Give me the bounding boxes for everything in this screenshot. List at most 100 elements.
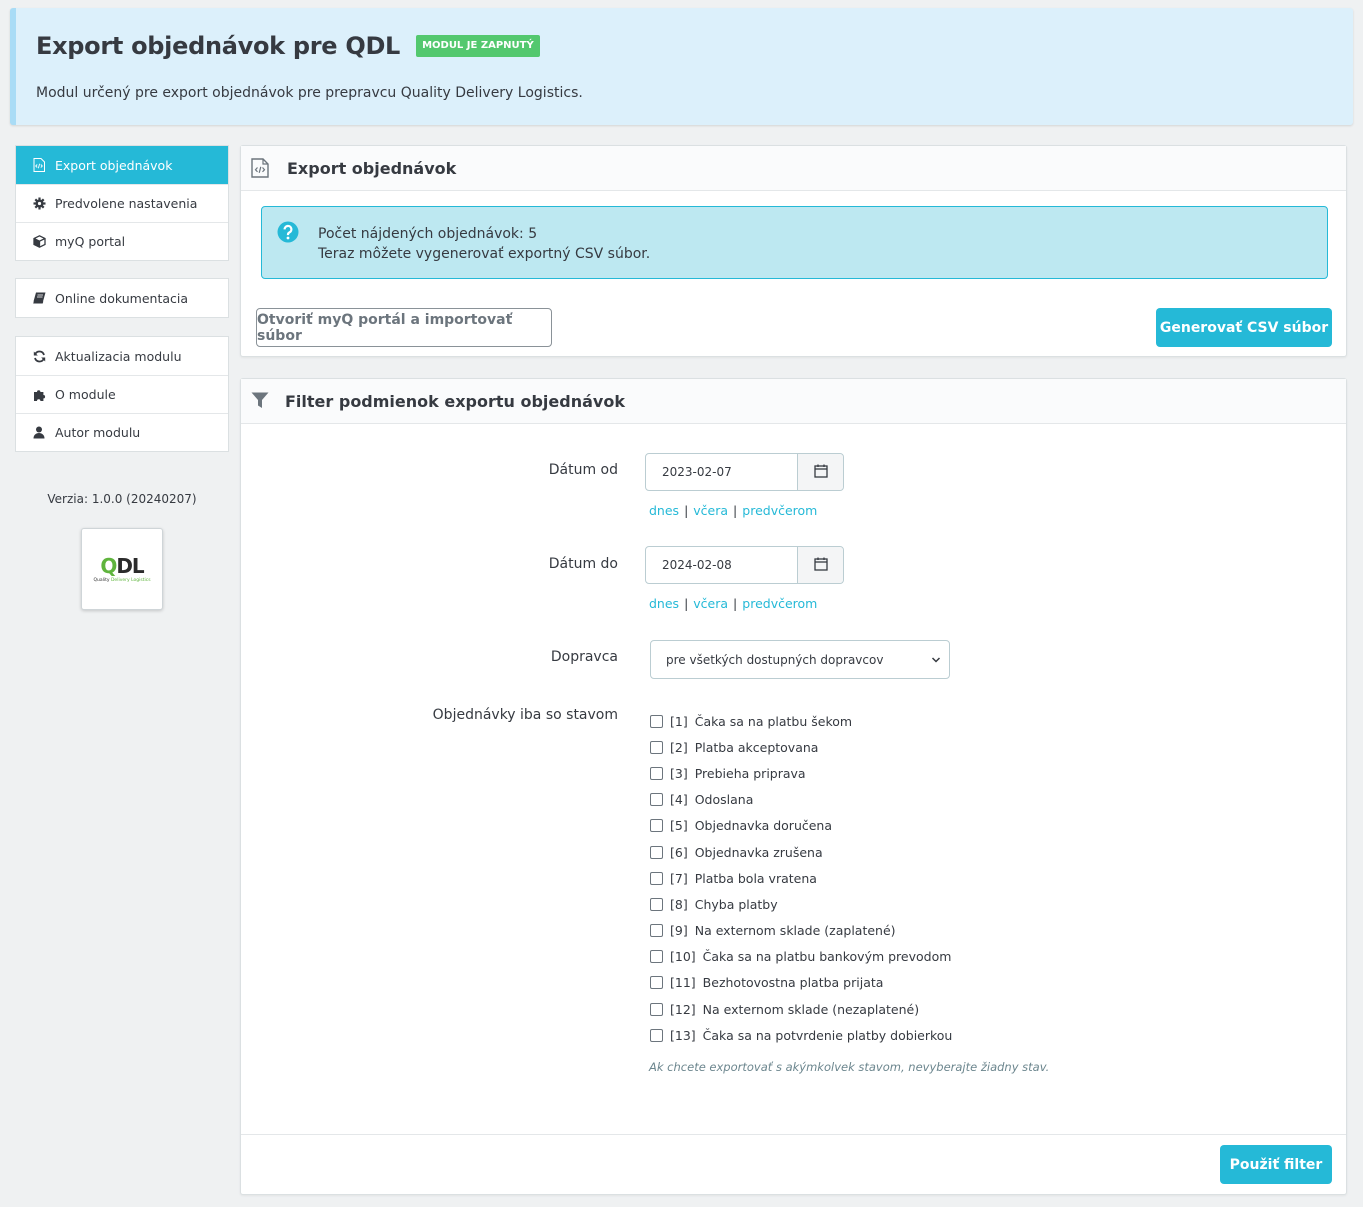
status-option[interactable]: [3] Prebieha priprava: [650, 760, 952, 786]
status-name: Na externom sklade (nezaplatené): [702, 1001, 920, 1017]
status-checkbox[interactable]: [650, 1002, 663, 1016]
status-code: [8]: [670, 896, 688, 912]
date-to-quick-links: dnes | včera | predvčerom: [649, 596, 818, 611]
status-name: Čaka sa na platbu bankovým prevodom: [702, 949, 952, 965]
date-to-today-link[interactable]: dnes: [649, 596, 679, 611]
sidebar-group-docs: Online dokumentacia: [15, 278, 229, 318]
date-to-input[interactable]: 2024-02-08: [646, 547, 797, 583]
status-option[interactable]: [6] Objednavka zrušena: [650, 839, 952, 865]
filter-panel: Filter podmienok exportu objednávok Dátu…: [240, 378, 1347, 1195]
status-option[interactable]: [7] Platba bola vratena: [650, 865, 952, 891]
refresh-icon: [32, 349, 46, 363]
status-option[interactable]: [4] Odoslana: [650, 787, 952, 813]
status-code: [12]: [670, 1001, 696, 1017]
status-option[interactable]: [5] Objednavka doručena: [650, 813, 952, 839]
status-code: [2]: [670, 739, 688, 755]
sidebar-group-module: Aktualizacia modulu O module Autor modul…: [15, 336, 229, 452]
sidebar-group-main: Export objednávok Predvolene nastavenia …: [15, 145, 229, 261]
status-checkbox[interactable]: [650, 950, 663, 964]
status-code: [6]: [670, 844, 688, 860]
status-option[interactable]: [13] Čaka sa na potvrdenie platby dobierk…: [650, 1022, 952, 1048]
status-name: Objednavka doručena: [694, 818, 833, 834]
status-checkbox[interactable]: [650, 819, 663, 833]
file-code-icon: [251, 158, 271, 178]
status-name: Objednavka zrušena: [694, 844, 823, 860]
file-code-icon: [32, 158, 46, 172]
filter-panel-footer: Použiť filter: [241, 1134, 1346, 1194]
sidebar-item-defaults[interactable]: Predvolene nastavenia: [16, 184, 228, 222]
status-hint: Ak chcete exportovať s akýmkolvek stavom…: [649, 1060, 1050, 1074]
apply-filter-button[interactable]: Použiť filter: [1220, 1145, 1332, 1184]
status-checkbox-list: [1] Čaka sa na platbu šekom [2] Platba akce…: [650, 708, 952, 1048]
status-option[interactable]: [9] Na externom sklade (zaplatené): [650, 918, 952, 944]
date-to-calendar-button[interactable]: [797, 547, 843, 583]
status-code: [7]: [670, 870, 688, 886]
open-myq-portal-button[interactable]: Otvoriť myQ portál a importovať súbor: [256, 308, 552, 347]
alert-order-count: Počet nájdených objednávok: 5: [318, 226, 538, 242]
status-checkbox[interactable]: [650, 871, 663, 885]
status-checkbox[interactable]: [650, 740, 663, 754]
status-option[interactable]: [8] Chyba platby: [650, 891, 952, 917]
chevron-down-icon: [931, 654, 941, 668]
status-code: [3]: [670, 765, 688, 781]
status-checkbox[interactable]: [650, 793, 663, 807]
status-badge: MODUL JE ZAPNUTÝ: [416, 35, 540, 57]
sidebar-item-export[interactable]: Export objednávok: [16, 146, 228, 184]
status-code: [13]: [670, 1027, 696, 1043]
carrier-label: Dopravca: [550, 649, 618, 665]
status-option[interactable]: [10] Čaka sa na platbu bankovým prevodom: [650, 944, 952, 970]
status-checkbox[interactable]: [650, 766, 663, 780]
status-code: [5]: [670, 818, 688, 834]
date-to-yesterday-link[interactable]: včera: [693, 596, 728, 611]
status-checkbox[interactable]: [650, 714, 663, 728]
date-from-calendar-button[interactable]: [797, 454, 843, 490]
sidebar-item-label: myQ portal: [55, 234, 126, 249]
status-name: Prebieha priprava: [694, 765, 806, 781]
generate-csv-button[interactable]: Generovať CSV súbor: [1156, 308, 1332, 347]
sidebar-item-label: Online dokumentacia: [55, 290, 189, 306]
date-from-before-yesterday-link[interactable]: predvčerom: [742, 503, 817, 518]
question-circle-icon: [277, 221, 299, 247]
panel-title: Export objednávok: [287, 158, 457, 178]
date-from-input[interactable]: 2023-02-07: [646, 454, 797, 490]
qdl-logo: QDL Quality Delivery Logistics: [81, 528, 163, 610]
carrier-select-value: pre všetkých dostupných dopravcov: [666, 652, 884, 667]
status-checkbox[interactable]: [650, 976, 663, 990]
status-option[interactable]: [2] Platba akceptovana: [650, 734, 952, 760]
date-to-before-yesterday-link[interactable]: predvčerom: [742, 596, 817, 611]
status-checkbox[interactable]: [650, 924, 663, 938]
sidebar-item-author[interactable]: Autor modulu: [16, 413, 228, 451]
status-label: Objednávky iba so stavom: [432, 707, 618, 723]
date-from-yesterday-link[interactable]: včera: [693, 503, 728, 518]
status-code: [11]: [670, 975, 696, 991]
cube-icon: [32, 235, 46, 249]
sidebar-item-label: Autor modulu: [55, 425, 141, 440]
status-checkbox[interactable]: [650, 1028, 663, 1042]
sidebar-item-label: Export objednávok: [55, 157, 173, 173]
status-name: Platba bola vratena: [694, 870, 817, 886]
filter-icon: [251, 391, 271, 411]
page-header: Export objednávok pre QDL MODUL JE ZAPNU…: [10, 8, 1353, 125]
export-panel: Export objednávok Počet nájdených objedn…: [240, 145, 1347, 357]
panel-title: Filter podmienok exportu objednávok: [285, 391, 625, 411]
status-option[interactable]: [1] Čaka sa na platbu šekom: [650, 708, 952, 734]
status-option[interactable]: [11] Bezhotovostna platba prijata: [650, 970, 952, 996]
page-title-row: Export objednávok pre QDL MODUL JE ZAPNU…: [36, 32, 540, 60]
status-name: Čaka sa na platbu šekom: [694, 713, 853, 729]
sidebar-item-about[interactable]: O module: [16, 375, 228, 413]
filter-panel-header: Filter podmienok exportu objednávok: [241, 379, 1346, 424]
status-name: Čaka sa na potvrdenie platby dobierkou: [702, 1027, 953, 1043]
date-from-today-link[interactable]: dnes: [649, 503, 679, 518]
sidebar-item-update[interactable]: Aktualizacia modulu: [16, 337, 228, 375]
carrier-select[interactable]: pre všetkých dostupných dopravcov: [650, 640, 950, 679]
user-icon: [32, 426, 46, 440]
sidebar-item-myq-portal[interactable]: myQ portal: [16, 222, 228, 260]
sidebar-item-documentation[interactable]: Online dokumentacia: [16, 279, 228, 317]
calendar-icon: [813, 556, 828, 575]
status-checkbox[interactable]: [650, 897, 663, 911]
status-name: Bezhotovostna platba prijata: [702, 975, 884, 991]
date-to-group: 2024-02-08: [645, 546, 844, 584]
status-option[interactable]: [12] Na externom sklade (nezaplatené): [650, 996, 952, 1022]
status-checkbox[interactable]: [650, 845, 663, 859]
status-name: Na externom sklade (zaplatené): [694, 923, 896, 939]
